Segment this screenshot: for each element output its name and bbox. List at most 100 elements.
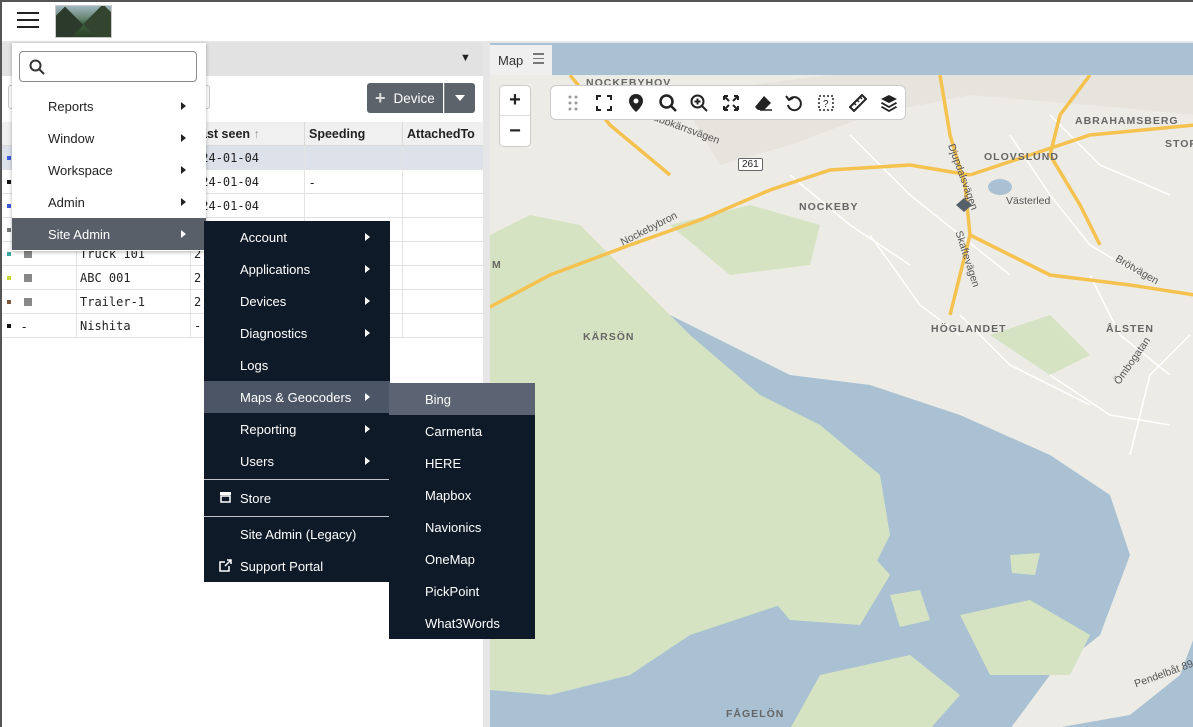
map-label-karson: KÄRSÖN: [583, 331, 635, 343]
drag-handle-icon[interactable]: [557, 88, 589, 118]
chevron-right-icon: [365, 233, 370, 241]
map-label-alsten: ÅLSTEN: [1106, 323, 1154, 335]
fullscreen-icon[interactable]: [589, 88, 621, 118]
chevron-right-icon: [365, 457, 370, 465]
menu-divider: [204, 516, 390, 517]
submenu-item-reporting[interactable]: Reporting: [204, 413, 390, 445]
device-name-cell: ABC 001: [80, 271, 131, 285]
submenu-item-navionics[interactable]: Navionics: [389, 511, 535, 543]
device-color-marker: [7, 324, 11, 328]
map-label-abrahamsberg: ABRAHAMSBERG: [1075, 115, 1179, 127]
map-label-fagelon: FÅGELÖN: [726, 708, 785, 720]
column-last-seen[interactable]: ast seen ↑: [200, 127, 260, 141]
last-seen-cell: 2: [194, 271, 202, 285]
map-label-m: M: [492, 259, 502, 271]
search-icon: [29, 59, 45, 75]
main-menu: Reports Window Workspace Admin Site Admi…: [12, 43, 206, 251]
menu-item-site-admin[interactable]: Site Admin: [12, 218, 206, 250]
chevron-right-icon: [365, 329, 370, 337]
menu-divider: [204, 479, 390, 480]
chevron-right-icon: [181, 102, 186, 110]
chevron-right-icon: [181, 166, 186, 174]
plus-icon: +: [375, 87, 386, 108]
ruler-icon[interactable]: [842, 88, 874, 118]
map-toolbar: ?: [551, 86, 905, 119]
menu-search-input[interactable]: [52, 57, 190, 77]
undo-icon[interactable]: [778, 88, 810, 118]
submenu-item-what3words[interactable]: What3Words: [389, 607, 535, 639]
chevron-right-icon: [181, 198, 186, 206]
device-color-marker: [7, 276, 11, 280]
submenu-item-devices[interactable]: Devices: [204, 285, 390, 317]
layers-icon[interactable]: [873, 88, 905, 118]
road-label-vasterled: Västerled: [1006, 195, 1051, 207]
zoom-to-icon[interactable]: [684, 88, 716, 118]
submenu-item-pickpoint[interactable]: PickPoint: [389, 575, 535, 607]
status-square-icon: [24, 274, 32, 282]
status-cell: -: [22, 319, 27, 334]
add-device-dropdown-button[interactable]: [444, 83, 475, 113]
eraser-icon[interactable]: [747, 88, 779, 118]
search-icon[interactable]: [652, 88, 684, 118]
submenu-item-applications[interactable]: Applications: [204, 253, 390, 285]
menu-item-workspace[interactable]: Workspace: [12, 154, 206, 186]
status-square-icon: [24, 298, 32, 306]
last-seen-cell: 2: [194, 295, 202, 309]
submenu-item-account[interactable]: Account: [204, 221, 390, 253]
device-name-cell: Trailer-1: [80, 295, 146, 309]
menu-item-reports[interactable]: Reports: [12, 90, 206, 122]
map-label-nockeby: NOCKEBY: [799, 201, 859, 213]
site-admin-submenu: Account Applications Devices Diagnostics…: [204, 221, 390, 582]
chevron-right-icon: [365, 425, 370, 433]
column-speeding[interactable]: Speeding: [309, 127, 365, 141]
submenu-item-onemap[interactable]: OneMap: [389, 543, 535, 575]
map-label-stora: STORA: [1165, 138, 1193, 150]
submenu-item-carmenta[interactable]: Carmenta: [389, 415, 535, 447]
device-color-marker: [7, 180, 11, 184]
submenu-item-users[interactable]: Users: [204, 445, 390, 477]
device-color-marker: [7, 252, 11, 256]
submenu-item-here[interactable]: HERE: [389, 447, 535, 479]
hamburger-menu-icon[interactable]: [17, 12, 39, 30]
svg-text:?: ?: [823, 99, 829, 110]
zoom-controls: + −: [500, 86, 530, 146]
last-seen-cell: -: [194, 319, 202, 333]
zoom-out-button[interactable]: −: [500, 116, 530, 146]
sort-ascending-icon: ↑: [253, 127, 260, 141]
menu-item-window[interactable]: Window: [12, 122, 206, 154]
help-select-icon[interactable]: ?: [810, 88, 842, 118]
chevron-right-icon: [365, 393, 370, 401]
submenu-item-support-portal[interactable]: Support Portal: [204, 550, 390, 582]
store-icon: [220, 492, 231, 503]
device-color-marker: [7, 204, 11, 208]
menu-search-box: [19, 51, 197, 82]
map-panel: Map NOCKEBYHOV NOCKEBY OLOVSLUND ABRAHAM…: [490, 43, 1193, 727]
company-logo[interactable]: [55, 5, 112, 38]
add-device-button[interactable]: + Device: [367, 83, 443, 113]
zoom-in-button[interactable]: +: [500, 86, 530, 116]
device-color-marker: [7, 228, 11, 232]
device-name-cell: Nishita: [80, 319, 131, 333]
submenu-item-bing[interactable]: Bing: [389, 383, 535, 415]
menu-lines-icon[interactable]: [533, 53, 545, 67]
map-label-hoglandet: HÖGLANDET: [931, 323, 1007, 335]
external-link-icon: [219, 559, 232, 572]
top-bar: [2, 2, 1193, 41]
chevron-down-icon[interactable]: ▼: [460, 52, 471, 64]
submenu-item-logs[interactable]: Logs: [204, 349, 390, 381]
menu-item-admin[interactable]: Admin: [12, 186, 206, 218]
map-canvas[interactable]: NOCKEBYHOV NOCKEBY OLOVSLUND ABRAHAMSBER…: [490, 75, 1193, 727]
submenu-item-diagnostics[interactable]: Diagnostics: [204, 317, 390, 349]
chevron-right-icon: [365, 297, 370, 305]
expand-icon[interactable]: [715, 88, 747, 118]
tab-map[interactable]: Map: [490, 45, 552, 75]
location-pin-icon[interactable]: [620, 88, 652, 118]
column-attached-to[interactable]: AttachedTo: [407, 127, 475, 141]
chevron-right-icon: [181, 230, 186, 238]
chevron-right-icon: [181, 134, 186, 142]
submenu-item-maps-geocoders[interactable]: Maps & Geocoders: [204, 381, 390, 413]
submenu-item-site-admin-legacy[interactable]: Site Admin (Legacy): [204, 518, 390, 550]
submenu-item-mapbox[interactable]: Mapbox: [389, 479, 535, 511]
submenu-item-store[interactable]: Store: [204, 482, 390, 514]
chevron-right-icon: [365, 265, 370, 273]
